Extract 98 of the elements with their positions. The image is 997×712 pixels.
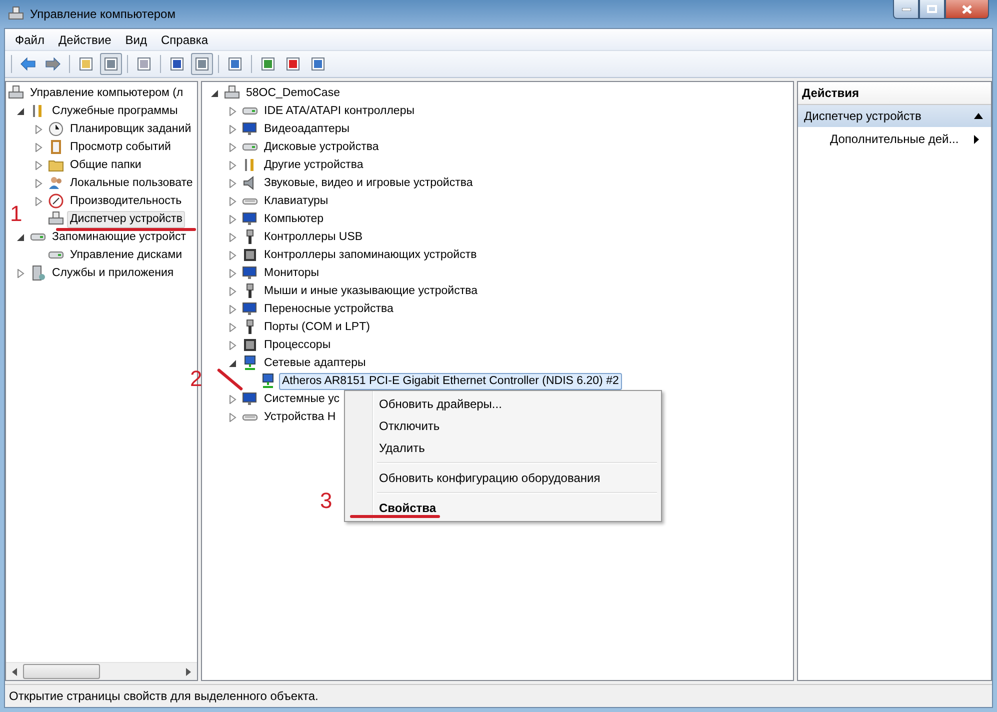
tree-item[interactable]: Контроллеры запоминающих устройств bbox=[261, 246, 480, 264]
expanded-arrow-icon[interactable] bbox=[229, 358, 237, 368]
back-arrow-icon bbox=[20, 57, 36, 71]
tree-item[interactable]: Переносные устройства bbox=[261, 300, 396, 318]
tree-item[interactable]: Устройства H bbox=[261, 408, 339, 426]
collapsed-arrow-icon[interactable] bbox=[35, 142, 43, 152]
tree-item[interactable]: Видеоадаптеры bbox=[261, 120, 353, 138]
collapsed-arrow-icon[interactable] bbox=[229, 160, 237, 170]
collapsed-arrow-icon[interactable] bbox=[35, 178, 43, 188]
section-title: Диспетчер устройств bbox=[804, 109, 922, 123]
clock-icon bbox=[48, 121, 64, 137]
computer-icon bbox=[224, 85, 240, 101]
menu-item[interactable]: Справка bbox=[155, 30, 214, 48]
expanded-arrow-icon[interactable] bbox=[17, 232, 25, 242]
tree-item[interactable]: Atheros AR8151 PCI-E Gigabit Ethernet Controller (NDIS 6.20) #2 bbox=[279, 372, 622, 390]
collapsed-arrow-icon[interactable] bbox=[229, 412, 237, 422]
action-pane-button[interactable] bbox=[191, 53, 213, 75]
maximize-icon bbox=[927, 5, 937, 13]
scrollbar-thumb[interactable] bbox=[23, 664, 100, 679]
collapsed-arrow-icon[interactable] bbox=[229, 394, 237, 404]
tree-item[interactable]: Системные ус bbox=[261, 390, 342, 408]
collapsed-arrow-icon[interactable] bbox=[229, 178, 237, 188]
tree-item[interactable]: Общие папки bbox=[67, 156, 144, 174]
tree-item[interactable]: Сетевые адаптеры bbox=[261, 354, 369, 372]
collapse-caret-icon[interactable] bbox=[974, 113, 983, 119]
device-manager-icon bbox=[48, 211, 64, 227]
actions-section-header[interactable]: Диспетчер устройств bbox=[798, 105, 991, 127]
tree-item[interactable]: Планировщик заданий bbox=[67, 120, 194, 138]
annotation-number: 1 bbox=[10, 203, 22, 225]
menu-item[interactable]: Файл bbox=[9, 30, 51, 48]
tree-item[interactable]: Запоминающие устройст bbox=[49, 228, 190, 246]
tree-item[interactable]: Компьютер bbox=[261, 210, 327, 228]
close-icon bbox=[962, 4, 972, 14]
tree-item[interactable]: Звуковые, видео и игровые устройства bbox=[261, 174, 476, 192]
collapsed-arrow-icon[interactable] bbox=[229, 142, 237, 152]
minimize-icon bbox=[902, 8, 910, 10]
computer-icon bbox=[242, 211, 258, 227]
tree-item[interactable]: Управление компьютером (л bbox=[27, 84, 186, 102]
tree-item[interactable]: Просмотр событий bbox=[67, 138, 174, 156]
forward-arrow-icon bbox=[45, 57, 61, 71]
tree-item[interactable]: Порты (COM и LPT) bbox=[261, 318, 373, 336]
collapsed-arrow-icon[interactable] bbox=[229, 340, 237, 350]
maximize-button[interactable] bbox=[919, 0, 945, 19]
controller-icon bbox=[242, 247, 258, 263]
tree-item[interactable]: Мыши и иные указывающие устройства bbox=[261, 282, 481, 300]
scroll-right-icon[interactable] bbox=[186, 668, 191, 676]
window-title: Управление компьютером bbox=[30, 7, 176, 21]
collapsed-arrow-icon[interactable] bbox=[229, 232, 237, 242]
collapsed-arrow-icon[interactable] bbox=[229, 106, 237, 116]
menu-item[interactable]: Вид bbox=[119, 30, 153, 48]
network-adapter-icon bbox=[242, 355, 258, 371]
collapsed-arrow-icon[interactable] bbox=[229, 124, 237, 134]
tree-item[interactable]: Управление дисками bbox=[67, 246, 186, 264]
tree-item[interactable]: Клавиатуры bbox=[261, 192, 332, 210]
collapsed-arrow-icon[interactable] bbox=[229, 286, 237, 296]
context-menu-item[interactable]: Удалить bbox=[347, 437, 659, 459]
context-menu-item[interactable]: Свойства bbox=[347, 497, 659, 519]
network-adapter-icon bbox=[260, 373, 276, 389]
scroll-left-icon[interactable] bbox=[12, 668, 17, 676]
context-menu-item[interactable]: Обновить драйверы... bbox=[347, 393, 659, 415]
collapsed-arrow-icon[interactable] bbox=[17, 268, 25, 278]
computer-icon bbox=[8, 85, 24, 101]
action-item[interactable]: Дополнительные дей... bbox=[830, 132, 959, 146]
collapsed-arrow-icon[interactable] bbox=[35, 160, 43, 170]
collapsed-arrow-icon[interactable] bbox=[35, 124, 43, 134]
tree-item[interactable]: Дисковые устройства bbox=[261, 138, 382, 156]
app-icon bbox=[8, 6, 24, 22]
annotation-number: 3 bbox=[320, 490, 332, 512]
display-adapter-icon bbox=[242, 121, 258, 137]
collapsed-arrow-icon[interactable] bbox=[229, 304, 237, 314]
tree-item[interactable]: Локальные пользовате bbox=[67, 174, 196, 192]
tree-item[interactable]: Производительность bbox=[67, 192, 185, 210]
expanded-arrow-icon[interactable] bbox=[17, 106, 25, 116]
tree-item[interactable]: Другие устройства bbox=[261, 156, 366, 174]
tree-item[interactable]: Служебные программы bbox=[49, 102, 181, 120]
tree-item[interactable]: Мониторы bbox=[261, 264, 322, 282]
collapsed-arrow-icon[interactable] bbox=[229, 250, 237, 260]
tree-item[interactable]: Контроллеры USB bbox=[261, 228, 366, 246]
collapsed-arrow-icon[interactable] bbox=[229, 268, 237, 278]
minimize-button[interactable] bbox=[893, 0, 919, 19]
context-menu-item[interactable]: Отключить bbox=[347, 415, 659, 437]
processor-icon bbox=[242, 337, 258, 353]
users-icon bbox=[48, 175, 64, 191]
context-menu-item[interactable]: Обновить конфигурацию оборудования bbox=[347, 467, 659, 489]
monitor-icon bbox=[242, 265, 258, 281]
collapsed-arrow-icon[interactable] bbox=[229, 196, 237, 206]
collapsed-arrow-icon[interactable] bbox=[35, 196, 43, 206]
menu-item[interactable]: Действие bbox=[52, 30, 118, 48]
collapsed-arrow-icon[interactable] bbox=[229, 322, 237, 332]
tree-item[interactable]: IDE ATA/ATAPI контроллеры bbox=[261, 102, 418, 120]
tree-item[interactable]: Процессоры bbox=[261, 336, 334, 354]
tree-item[interactable]: Службы и приложения bbox=[49, 264, 177, 282]
close-button[interactable] bbox=[945, 0, 989, 19]
expanded-arrow-icon[interactable] bbox=[211, 88, 219, 98]
collapsed-arrow-icon[interactable] bbox=[229, 214, 237, 224]
console-tree-button[interactable] bbox=[100, 53, 122, 75]
tree-item[interactable]: Диспетчер устройств bbox=[67, 210, 186, 228]
tree-item[interactable]: 58OC_DemoCase bbox=[243, 84, 343, 102]
